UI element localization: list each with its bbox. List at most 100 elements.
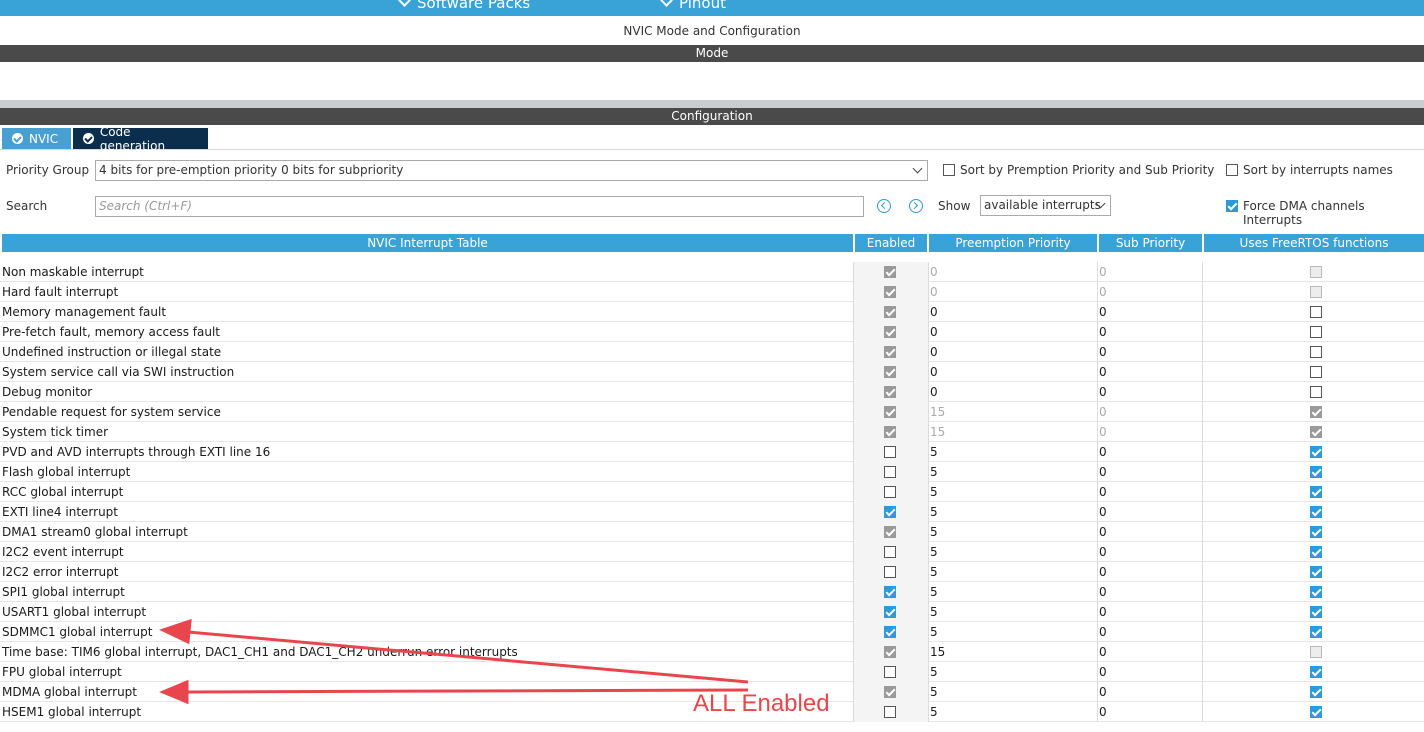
freertos-checkbox[interactable] (1310, 566, 1322, 578)
column-header-name[interactable]: NVIC Interrupt Table (2, 234, 853, 252)
preemption-priority-value[interactable]: 5 (930, 485, 938, 499)
freertos-checkbox[interactable] (1310, 346, 1322, 358)
preemption-priority-value[interactable]: 5 (930, 505, 938, 519)
table-row[interactable]: I2C2 error interrupt 5 0 (0, 562, 1424, 582)
enabled-checkbox[interactable] (884, 346, 896, 358)
preemption-priority-value[interactable]: 0 (930, 305, 938, 319)
table-row[interactable]: Memory management fault 0 0 (0, 302, 1424, 322)
freertos-checkbox[interactable] (1310, 386, 1322, 398)
table-row[interactable]: I2C2 event interrupt 5 0 (0, 542, 1424, 562)
sub-priority-value[interactable]: 0 (1099, 665, 1107, 679)
column-header-preemption[interactable]: Preemption Priority (929, 234, 1097, 252)
table-row[interactable]: Flash global interrupt 5 0 (0, 462, 1424, 482)
freertos-checkbox[interactable] (1310, 546, 1322, 558)
priority-group-select[interactable]: 4 bits for pre-emption priority 0 bits f… (95, 160, 928, 181)
enabled-checkbox[interactable] (884, 506, 896, 518)
sub-priority-value[interactable]: 0 (1099, 545, 1107, 559)
table-row[interactable]: Pre-fetch fault, memory access fault 0 0 (0, 322, 1424, 342)
preemption-priority-value[interactable]: 0 (930, 385, 938, 399)
preemption-priority-value[interactable]: 5 (930, 525, 938, 539)
preemption-priority-value[interactable]: 0 (930, 325, 938, 339)
enabled-checkbox[interactable] (884, 266, 896, 278)
column-header-freertos[interactable]: Uses FreeRTOS functions (1204, 234, 1424, 252)
table-row[interactable]: FPU global interrupt 5 0 (0, 662, 1424, 682)
sub-priority-value[interactable]: 0 (1099, 345, 1107, 359)
pinout-menu[interactable]: Pinout (660, 0, 726, 12)
enabled-checkbox[interactable] (884, 606, 896, 618)
preemption-priority-value[interactable]: 15 (930, 645, 945, 659)
freertos-checkbox[interactable] (1310, 446, 1322, 458)
freertos-checkbox[interactable] (1310, 686, 1322, 698)
sub-priority-value[interactable]: 0 (1099, 505, 1107, 519)
sub-priority-value[interactable]: 0 (1099, 605, 1107, 619)
table-row[interactable]: PVD and AVD interrupts through EXTI line… (0, 442, 1424, 462)
freertos-checkbox[interactable] (1310, 606, 1322, 618)
preemption-priority-value[interactable]: 5 (930, 685, 938, 699)
freertos-checkbox[interactable] (1310, 466, 1322, 478)
freertos-checkbox[interactable] (1310, 406, 1322, 418)
freertos-checkbox[interactable] (1310, 286, 1322, 298)
freertos-checkbox[interactable] (1310, 306, 1322, 318)
table-row[interactable]: RCC global interrupt 5 0 (0, 482, 1424, 502)
sub-priority-value[interactable]: 0 (1099, 445, 1107, 459)
enabled-checkbox[interactable] (884, 546, 896, 558)
next-match-icon[interactable] (909, 199, 923, 213)
sub-priority-value[interactable]: 0 (1099, 585, 1107, 599)
preemption-priority-value[interactable]: 5 (930, 545, 938, 559)
freertos-checkbox[interactable] (1310, 626, 1322, 638)
freertos-checkbox[interactable] (1310, 706, 1322, 718)
sub-priority-value[interactable]: 0 (1099, 485, 1107, 499)
table-row[interactable]: Time base: TIM6 global interrupt, DAC1_C… (0, 642, 1424, 662)
sort-premption-checkbox[interactable] (943, 164, 955, 176)
sub-priority-value[interactable]: 0 (1099, 625, 1107, 639)
preemption-priority-value[interactable]: 5 (930, 625, 938, 639)
sub-priority-value[interactable]: 0 (1099, 365, 1107, 379)
enabled-checkbox[interactable] (884, 626, 896, 638)
preemption-priority-value[interactable]: 5 (930, 665, 938, 679)
enabled-checkbox[interactable] (884, 566, 896, 578)
enabled-checkbox[interactable] (884, 526, 896, 538)
table-row[interactable]: USART1 global interrupt 5 0 (0, 602, 1424, 622)
software-packs-menu[interactable]: Software Packs (398, 0, 530, 12)
sub-priority-value[interactable]: 0 (1099, 645, 1107, 659)
table-row[interactable]: Non maskable interrupt 0 0 (0, 262, 1424, 282)
column-header-sub[interactable]: Sub Priority (1099, 234, 1202, 252)
preemption-priority-value[interactable]: 5 (930, 465, 938, 479)
table-row[interactable]: Pendable request for system service 15 0 (0, 402, 1424, 422)
freertos-checkbox[interactable] (1310, 266, 1322, 278)
sub-priority-value[interactable]: 0 (1099, 565, 1107, 579)
sub-priority-value[interactable]: 0 (1099, 305, 1107, 319)
previous-match-icon[interactable] (877, 199, 891, 213)
preemption-priority-value[interactable]: 0 (930, 285, 938, 299)
sub-priority-value[interactable]: 0 (1099, 405, 1107, 419)
enabled-checkbox[interactable] (884, 286, 896, 298)
freertos-checkbox[interactable] (1310, 526, 1322, 538)
table-row[interactable]: Undefined instruction or illegal state 0 0 (0, 342, 1424, 362)
search-input[interactable]: Search (Ctrl+F) (95, 196, 864, 217)
tab-nvic[interactable]: NVIC (2, 128, 71, 149)
enabled-checkbox[interactable] (884, 706, 896, 718)
preemption-priority-value[interactable]: 0 (930, 265, 938, 279)
freertos-checkbox[interactable] (1310, 646, 1322, 658)
freertos-checkbox[interactable] (1310, 366, 1322, 378)
table-row[interactable]: Debug monitor 0 0 (0, 382, 1424, 402)
preemption-priority-value[interactable]: 5 (930, 565, 938, 579)
column-header-enabled[interactable]: Enabled (855, 234, 927, 252)
preemption-priority-value[interactable]: 5 (930, 445, 938, 459)
table-row[interactable]: DMA1 stream0 global interrupt 5 0 (0, 522, 1424, 542)
freertos-checkbox[interactable] (1310, 426, 1322, 438)
preemption-priority-value[interactable]: 0 (930, 345, 938, 359)
enabled-checkbox[interactable] (884, 326, 896, 338)
enabled-checkbox[interactable] (884, 586, 896, 598)
preemption-priority-value[interactable]: 0 (930, 365, 938, 379)
sub-priority-value[interactable]: 0 (1099, 525, 1107, 539)
table-row[interactable]: SPI1 global interrupt 5 0 (0, 582, 1424, 602)
enabled-checkbox[interactable] (884, 666, 896, 678)
table-row[interactable]: System service call via SWI instruction 0… (0, 362, 1424, 382)
freertos-checkbox[interactable] (1310, 506, 1322, 518)
enabled-checkbox[interactable] (884, 406, 896, 418)
enabled-checkbox[interactable] (884, 426, 896, 438)
table-row[interactable]: EXTI line4 interrupt 5 0 (0, 502, 1424, 522)
enabled-checkbox[interactable] (884, 466, 896, 478)
enabled-checkbox[interactable] (884, 366, 896, 378)
